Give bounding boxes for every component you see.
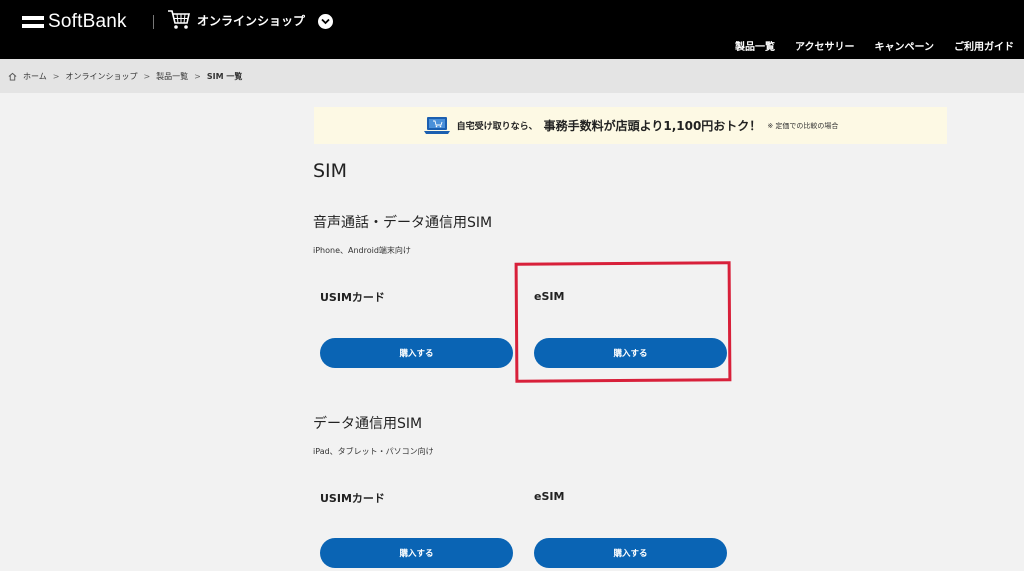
nav-accessories[interactable]: アクセサリー	[795, 38, 855, 53]
buy-usim-data-button[interactable]: 購入する	[320, 538, 513, 568]
site-header: SoftBank オンラインショップ 製品一覧 アクセサリー キャンペーン ご利…	[0, 0, 1024, 59]
breadcrumb-current: SIM 一覧	[206, 71, 243, 81]
product-name-esim: eSIM	[534, 490, 565, 503]
breadcrumb-bar: ホーム > オンラインショップ > 製品一覧 > SIM 一覧	[0, 59, 1024, 93]
shop-menu-toggle[interactable]	[318, 14, 333, 29]
header-divider	[153, 15, 154, 29]
breadcrumb-products[interactable]: 製品一覧	[156, 71, 188, 82]
section-subtitle-data-only: iPad、タブレット・パソコン向け	[313, 447, 434, 456]
header-nav: 製品一覧 アクセサリー キャンペーン ご利用ガイド	[735, 38, 1014, 53]
page-title: SIM	[313, 160, 348, 182]
breadcrumb-separator: >	[52, 71, 60, 81]
shopping-cart-icon	[168, 10, 190, 29]
breadcrumb: ホーム > オンラインショップ > 製品一覧 > SIM 一覧	[8, 71, 242, 82]
banner-main-text: 事務手数料が店頭より1,100円おトク！	[543, 119, 762, 133]
online-shop-link[interactable]: オンラインショップ	[167, 9, 305, 31]
banner-pre-text: 自宅受け取りなら、	[456, 122, 538, 132]
section-title-data-only: データ通信用SIM	[313, 416, 423, 432]
nav-products[interactable]: 製品一覧	[735, 38, 775, 53]
promo-banner[interactable]: 自宅受け取りなら、 事務手数料が店頭より1,100円おトク！ ※ 定価での比較の…	[314, 107, 947, 144]
online-shop-label: オンラインショップ	[197, 13, 306, 28]
buy-usim-voice-button[interactable]: 購入する	[320, 338, 513, 368]
product-name-usim: USIMカード	[320, 291, 385, 304]
breadcrumb-separator: >	[143, 71, 151, 81]
breadcrumb-online-shop[interactable]: オンラインショップ	[65, 71, 137, 82]
section-subtitle-voice-data: iPhone、Android端末向け	[313, 246, 411, 255]
chevron-down-icon	[321, 18, 330, 25]
laptop-cart-icon	[423, 116, 450, 134]
home-icon	[8, 72, 17, 81]
nav-campaigns[interactable]: キャンペーン	[875, 38, 935, 53]
nav-guide[interactable]: ご利用ガイド	[954, 38, 1014, 53]
softbank-logo-mark	[22, 13, 44, 31]
product-name-usim: USIMカード	[320, 492, 385, 505]
breadcrumb-home[interactable]: ホーム	[23, 71, 47, 82]
highlight-annotation	[514, 261, 732, 383]
buy-esim-data-button[interactable]: 購入する	[534, 538, 727, 568]
banner-note: ※ 定価での比較の場合	[767, 121, 839, 130]
softbank-logo[interactable]: SoftBank	[22, 11, 127, 33]
logo-text: SoftBank	[48, 11, 127, 32]
breadcrumb-separator: >	[194, 71, 201, 81]
section-title-voice-data: 音声通話・データ通信用SIM	[313, 215, 493, 231]
